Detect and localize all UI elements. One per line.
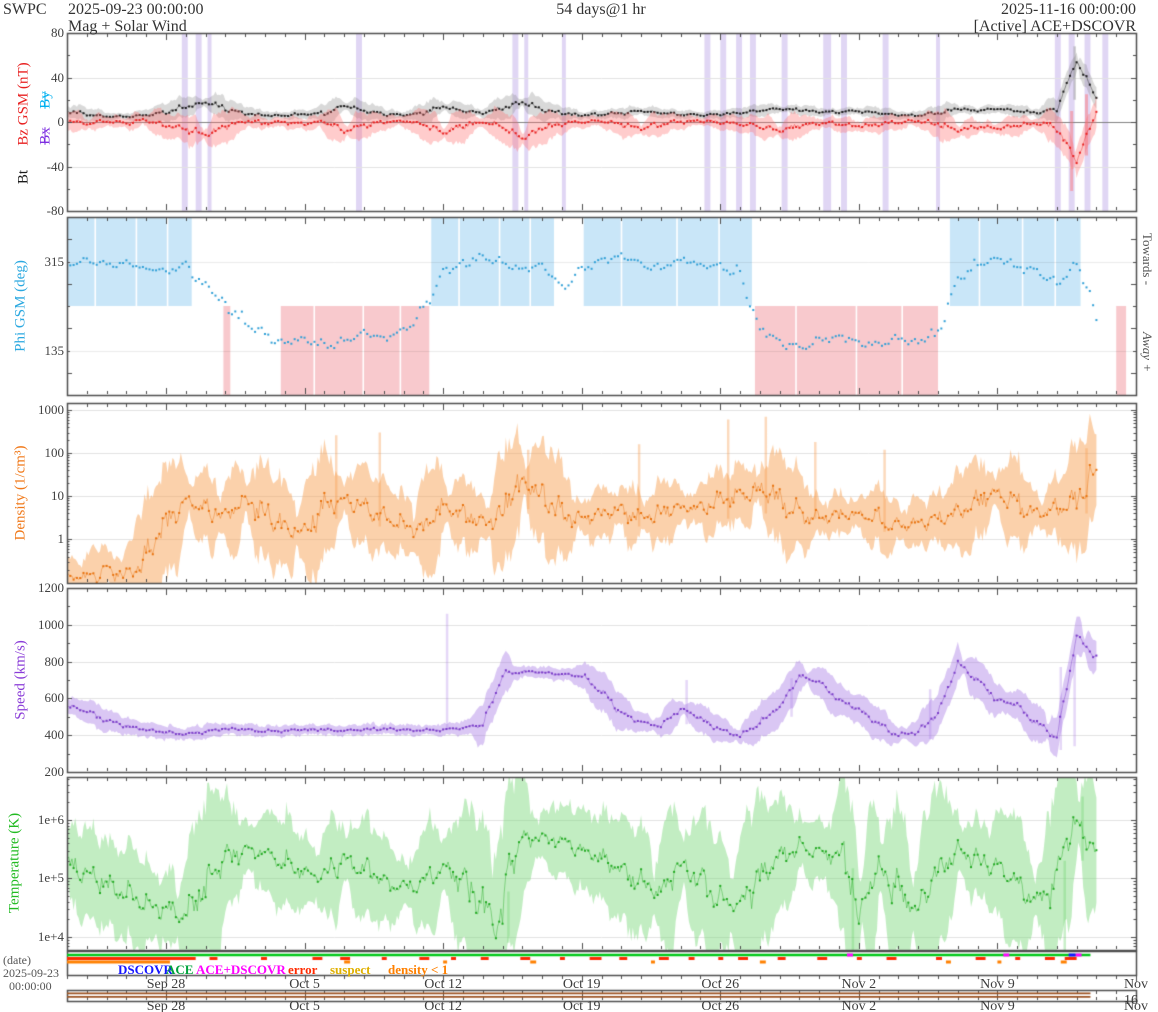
y-tick-label: 10 [51, 488, 64, 504]
y-tick-label: 1e+4 [37, 929, 64, 944]
x-date-label: Nov 2 [841, 999, 877, 1012]
x-date-label: Sep 28 [146, 999, 186, 1012]
x-date-label: Sep 28 [146, 977, 186, 992]
x-date-label: Oct 19 [562, 999, 601, 1012]
y-tick-label: 1000 [38, 616, 64, 632]
x-date-label: Oct 5 [289, 999, 320, 1012]
y-tick-label: -40 [46, 158, 64, 174]
y-tick-label: 315 [44, 253, 65, 269]
y-tick-label: 1000 [38, 401, 64, 417]
x-date-label: Nov 2 [841, 977, 877, 992]
y-tick-label: 1200 [38, 580, 64, 595]
y-tick-label: 600 [44, 690, 65, 706]
x-date-label: Oct 26 [701, 977, 740, 992]
legend-flag-error: error [288, 962, 318, 977]
y-tick-label: 800 [44, 653, 65, 669]
y-tick-label: 1e+6 [37, 811, 64, 827]
y-tick-label: 80 [51, 25, 64, 40]
x-date-label: Nov 9 [980, 999, 1015, 1012]
source-status: [Active] ACE+DSCOVR [973, 18, 1136, 35]
legend-source-ace-dscovr[interactable]: ACE+DSCOVR [196, 962, 286, 978]
brand-logo: SWPC [3, 1, 47, 18]
x-date-label: Oct 5 [289, 977, 320, 992]
sector-label-towards: Towards - [1140, 232, 1155, 286]
cadence-label: 54 days@1 hr [556, 1, 646, 18]
x-date-label: Nov 16 [1123, 999, 1149, 1012]
y-tick-label: 100 [44, 445, 65, 461]
x-date-label: Oct 26 [701, 999, 740, 1012]
legend-source-ace[interactable]: ACE [166, 962, 193, 978]
y-tick-label: 400 [44, 727, 65, 743]
y-tick-label: 135 [44, 342, 65, 358]
plot-subtitle: Mag + Solar Wind [68, 18, 187, 35]
axis-start-time: 00:00:00 [9, 979, 52, 993]
end-datetime: 2025-11-16 00:00:00 [1001, 1, 1136, 18]
sector-label-away: Away + [1140, 331, 1155, 373]
legend-source-dscovr[interactable]: DSCOVR [118, 962, 173, 978]
y-tick-label: 1e+5 [37, 870, 64, 886]
start-datetime: 2025-09-23 00:00:00 [68, 1, 204, 18]
axis-title-phi: Phi GSM (deg) [12, 260, 29, 352]
y-tick-label: 1 [57, 531, 65, 547]
axis-toggle-by[interactable]: By [38, 91, 55, 109]
swpc-solar-wind-plot: { "header": { "brand": "SWPC", "start_da… [0, 0, 1158, 1012]
legend-flag-suspect: suspect [330, 962, 371, 977]
legend-flag-low-density: density < 1 [388, 962, 449, 977]
axis-title-temperature: Temperature (K) [6, 812, 23, 914]
charts-canvas [0, 0, 1158, 1012]
y-tick-label: 40 [51, 69, 64, 85]
x-date-label: Oct 12 [424, 977, 462, 992]
x-date-label: Oct 12 [424, 999, 462, 1012]
y-tick-label: 0 [57, 114, 65, 129]
y-tick-label: -80 [46, 203, 64, 218]
axis-title-speed: Speed (km/s) [12, 640, 29, 720]
y-tick-label: 200 [44, 764, 65, 779]
x-date-label: Nov 9 [980, 977, 1015, 992]
x-date-label: Oct 19 [562, 977, 601, 992]
